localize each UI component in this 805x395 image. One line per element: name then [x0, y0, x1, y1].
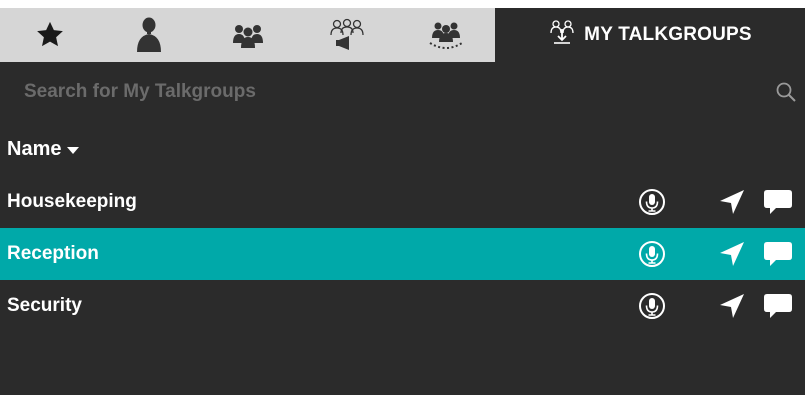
- location-arrow-icon[interactable]: [700, 188, 764, 216]
- tab-bar: MY TALKGROUPS: [0, 8, 805, 62]
- location-arrow-icon[interactable]: [700, 292, 764, 320]
- search-icon[interactable]: [771, 77, 801, 107]
- tab-favorites[interactable]: [0, 8, 99, 62]
- microphone-icon[interactable]: [632, 240, 672, 268]
- group-icon: [231, 21, 265, 49]
- tab-my-talkgroups-label: MY TALKGROUPS: [584, 24, 752, 45]
- person-icon: [134, 17, 164, 53]
- talkgroups-panel: MY TALKGROUPS Name Housekeeping: [0, 0, 805, 395]
- talkgroup-row-selected[interactable]: Reception: [0, 228, 805, 280]
- talkgroup-row[interactable]: Housekeeping: [0, 176, 805, 228]
- tab-groups[interactable]: [198, 8, 297, 62]
- tab-broadcast-groups[interactable]: [297, 8, 396, 62]
- tab-dispatch-groups[interactable]: [396, 8, 495, 62]
- row-actions: [632, 280, 798, 332]
- row-actions: [632, 176, 798, 228]
- talkgroup-download-icon: [548, 19, 576, 51]
- talkgroup-row[interactable]: Security: [0, 280, 805, 332]
- row-actions: [632, 228, 798, 280]
- tab-icons-group: [0, 8, 495, 62]
- talkgroup-list: Housekeeping Reception Security: [0, 176, 805, 332]
- dispatch-group-icon: [427, 19, 465, 51]
- location-arrow-icon[interactable]: [700, 240, 764, 268]
- message-bubble-icon[interactable]: [758, 292, 798, 320]
- microphone-icon[interactable]: [632, 292, 672, 320]
- search-input[interactable]: [22, 71, 771, 113]
- top-strip: [0, 0, 805, 8]
- microphone-icon[interactable]: [632, 188, 672, 216]
- message-bubble-icon[interactable]: [758, 188, 798, 216]
- column-header-label: Name: [7, 137, 62, 160]
- tab-contacts[interactable]: [99, 8, 198, 62]
- search-bar: [0, 62, 805, 122]
- tab-my-talkgroups[interactable]: MY TALKGROUPS: [495, 8, 805, 62]
- sort-down-icon: [67, 142, 80, 160]
- broadcast-group-icon: [329, 18, 365, 52]
- message-bubble-icon[interactable]: [758, 240, 798, 268]
- star-icon: [35, 20, 65, 50]
- column-header-name[interactable]: Name: [0, 122, 805, 176]
